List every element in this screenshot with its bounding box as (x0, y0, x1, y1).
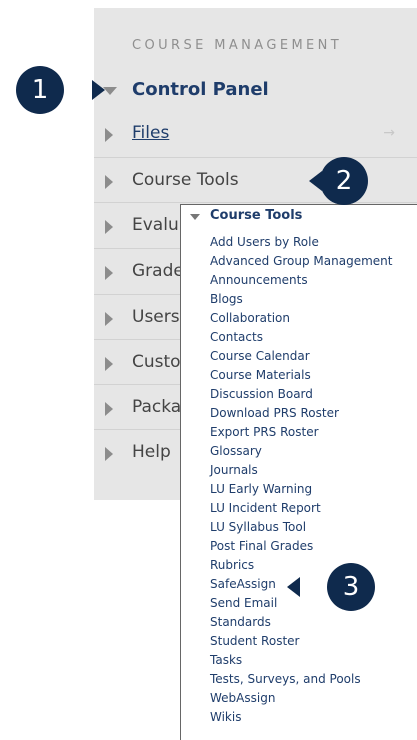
dropdown-item[interactable]: Discussion Board (210, 387, 313, 401)
callout-3: 3 (327, 563, 375, 611)
dropdown-item[interactable]: Tasks (210, 653, 242, 667)
menu-item-label: Evalu (132, 215, 179, 235)
dropdown-item[interactable]: Send Email (210, 596, 277, 610)
dropdown-item[interactable]: LU Early Warning (210, 482, 312, 496)
dropdown-item[interactable]: Journals (210, 463, 258, 477)
callout-pointer (92, 80, 105, 100)
chevron-right-icon (105, 447, 113, 461)
callout-2: 2 (320, 157, 368, 205)
divider (94, 202, 417, 203)
dropdown-item[interactable]: LU Syllabus Tool (210, 520, 306, 534)
menu-item-label: Custo (132, 352, 181, 372)
callout-pointer (287, 577, 300, 597)
chevron-right-icon (105, 220, 113, 234)
dropdown-item[interactable]: Tests, Surveys, and Pools (210, 672, 361, 686)
chevron-right-icon (105, 402, 113, 416)
menu-item-label: Files (132, 123, 170, 143)
menu-item-label: Grade (132, 261, 184, 281)
dropdown-item[interactable]: Standards (210, 615, 271, 629)
course-management-header: COURSE MANAGEMENT (132, 38, 343, 53)
divider (94, 157, 417, 158)
dropdown-title: Course Tools (210, 208, 303, 223)
dropdown-item[interactable]: LU Incident Report (210, 501, 321, 515)
menu-item-label: Course Tools (132, 170, 239, 190)
dropdown-item[interactable]: Course Materials (210, 368, 311, 382)
menu-item-files[interactable]: Files → (94, 114, 417, 156)
chevron-down-icon (103, 87, 117, 95)
menu-item-label: Users (132, 307, 180, 327)
dropdown-item[interactable]: Download PRS Roster (210, 406, 339, 420)
dropdown-item[interactable]: WebAssign (210, 691, 275, 705)
chevron-right-icon (105, 266, 113, 280)
dropdown-item[interactable]: Course Calendar (210, 349, 310, 363)
menu-item-label: Control Panel (132, 79, 269, 100)
menu-item-course-tools[interactable]: Course Tools (94, 161, 417, 203)
dropdown-item[interactable]: SafeAssign (210, 577, 276, 591)
dropdown-item[interactable]: Advanced Group Management (210, 254, 392, 268)
dropdown-item[interactable]: Contacts (210, 330, 263, 344)
dropdown-item[interactable]: Glossary (210, 444, 262, 458)
dropdown-item[interactable]: Wikis (210, 710, 241, 724)
chevron-right-icon (105, 175, 113, 189)
course-tools-dropdown: Course Tools Add Users by Role Advanced … (180, 204, 417, 740)
dropdown-item[interactable]: Blogs (210, 292, 243, 306)
chevron-right-icon (105, 357, 113, 371)
menu-item-label: Packa (132, 397, 182, 417)
chevron-right-icon (105, 128, 113, 142)
arrow-right-icon: → (383, 125, 395, 141)
menu-item-label: Help (132, 442, 171, 462)
callout-pointer (309, 171, 322, 191)
dropdown-item[interactable]: Add Users by Role (210, 235, 319, 249)
dropdown-item[interactable]: Rubrics (210, 558, 254, 572)
dropdown-item[interactable]: Post Final Grades (210, 539, 313, 553)
dropdown-item[interactable]: Collaboration (210, 311, 290, 325)
menu-item-control-panel[interactable]: Control Panel (94, 71, 417, 113)
dropdown-item[interactable]: Announcements (210, 273, 308, 287)
dropdown-item[interactable]: Export PRS Roster (210, 425, 319, 439)
dropdown-item[interactable]: Student Roster (210, 634, 299, 648)
chevron-down-icon (190, 214, 200, 220)
callout-1: 1 (16, 66, 64, 114)
chevron-right-icon (105, 312, 113, 326)
